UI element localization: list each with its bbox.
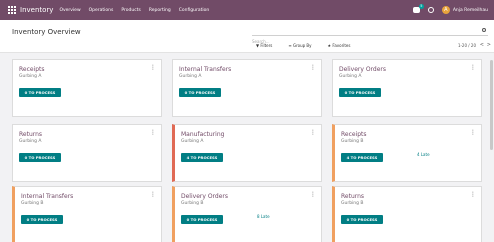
group-by-label: Group By bbox=[292, 43, 312, 48]
search-icon[interactable] bbox=[482, 28, 486, 32]
main-menu: Overview Operations Products Reporting C… bbox=[59, 8, 217, 13]
card-warehouse: Gurbing B bbox=[21, 201, 44, 206]
user-name[interactable]: Anja Remeilhau bbox=[453, 8, 488, 13]
to-process-button[interactable]: 0 TO PROCESS bbox=[339, 88, 381, 97]
pager-previous-icon[interactable]: < bbox=[480, 42, 484, 48]
card-title[interactable]: Delivery Orders bbox=[181, 193, 228, 200]
card-title[interactable]: Receipts bbox=[341, 131, 367, 138]
kanban-card[interactable]: Returns Gurbing B ⋮ 0 TO PROCESS bbox=[332, 186, 482, 242]
systray: 5 A Anja Remeilhau bbox=[412, 0, 488, 20]
card-title[interactable]: Manufacturing bbox=[181, 131, 224, 138]
apps-grid-icon[interactable] bbox=[8, 6, 16, 14]
kebab-menu-icon[interactable]: ⋮ bbox=[470, 130, 476, 136]
card-warehouse: Gurbing A bbox=[179, 74, 202, 79]
card-title[interactable]: Receipts bbox=[19, 66, 45, 73]
card-warehouse: Gurbing B bbox=[181, 201, 204, 206]
kanban-card[interactable]: Internal Transfers Gurbing A ⋮ 0 TO PROC… bbox=[172, 59, 322, 117]
menu-item-reporting[interactable]: Reporting bbox=[149, 8, 171, 13]
favorites-button[interactable]: ★ Favorites bbox=[328, 43, 359, 48]
to-process-button[interactable]: 0 TO PROCESS bbox=[179, 88, 221, 97]
avatar[interactable]: A bbox=[441, 6, 450, 14]
menu-item-overview[interactable]: Overview bbox=[59, 8, 80, 13]
card-warehouse: Gurbing A bbox=[19, 74, 42, 79]
menu-item-products[interactable]: Products bbox=[121, 8, 140, 13]
kebab-menu-icon[interactable]: ⋮ bbox=[310, 192, 316, 198]
breadcrumb: Inventory Overview bbox=[12, 28, 81, 36]
kanban-card[interactable]: Delivery Orders Gurbing A ⋮ 0 TO PROCESS bbox=[332, 59, 482, 117]
card-title[interactable]: Internal Transfers bbox=[21, 193, 73, 200]
filters-label: Filters bbox=[260, 43, 273, 48]
pager-value[interactable]: 1-20 / 20 bbox=[458, 43, 476, 48]
late-link[interactable]: 4 Late bbox=[417, 152, 430, 157]
card-warehouse: Gurbing A bbox=[19, 139, 42, 144]
card-title[interactable]: Internal Transfers bbox=[179, 66, 231, 73]
card-warehouse: Gurbing B bbox=[341, 139, 364, 144]
kebab-menu-icon[interactable]: ⋮ bbox=[470, 192, 476, 198]
kebab-menu-icon[interactable]: ⋮ bbox=[150, 192, 156, 198]
kanban-card[interactable]: Receipts Gurbing A ⋮ 0 TO PROCESS bbox=[12, 59, 162, 117]
top-navbar: Inventory Overview Operations Products R… bbox=[0, 0, 494, 20]
kanban-card[interactable]: Delivery Orders Gurbing B ⋮ 0 TO PROCESS… bbox=[172, 186, 322, 242]
card-title[interactable]: Delivery Orders bbox=[339, 66, 386, 73]
kebab-menu-icon[interactable]: ⋮ bbox=[150, 130, 156, 136]
group-by-button[interactable]: ≡ Group By bbox=[288, 43, 319, 48]
late-link[interactable]: 8 Late bbox=[257, 214, 270, 219]
kanban-card[interactable]: Receipts Gurbing B ⋮ 4 TO PROCESS 4 Late bbox=[332, 124, 482, 182]
kanban-card[interactable]: Manufacturing Gurbing A ⋮ 4 TO PROCESS bbox=[172, 124, 322, 182]
kebab-menu-icon[interactable]: ⋮ bbox=[310, 130, 316, 136]
chat-icon[interactable]: 5 bbox=[412, 4, 424, 13]
card-warehouse: Gurbing A bbox=[339, 74, 362, 79]
chat-badge: 5 bbox=[418, 4, 424, 9]
kebab-menu-icon[interactable]: ⋮ bbox=[310, 65, 316, 71]
gear-icon[interactable] bbox=[427, 7, 434, 13]
card-warehouse: Gurbing B bbox=[341, 201, 364, 206]
card-title[interactable]: Returns bbox=[19, 131, 42, 138]
card-warehouse: Gurbing A bbox=[181, 139, 204, 144]
card-title[interactable]: Returns bbox=[341, 193, 364, 200]
search-options: ▼ Filters ≡ Group By ★ Favorites bbox=[256, 43, 366, 48]
kebab-menu-icon[interactable]: ⋮ bbox=[470, 65, 476, 71]
to-process-button[interactable]: 0 TO PROCESS bbox=[21, 215, 63, 224]
app-name[interactable]: Inventory bbox=[20, 6, 53, 14]
to-process-button[interactable]: 0 TO PROCESS bbox=[19, 153, 61, 162]
to-process-button[interactable]: 0 TO PROCESS bbox=[19, 88, 61, 97]
favorites-label: Favorites bbox=[332, 43, 351, 48]
kanban-card[interactable]: Internal Transfers Gurbing B ⋮ 0 TO PROC… bbox=[12, 186, 162, 242]
filters-button[interactable]: ▼ Filters bbox=[256, 43, 280, 48]
to-process-button[interactable]: 0 TO PROCESS bbox=[341, 215, 383, 224]
kanban-card[interactable]: Returns Gurbing A ⋮ 0 TO PROCESS bbox=[12, 124, 162, 182]
control-panel: Inventory Overview ▼ Filters ≡ Group By … bbox=[0, 20, 494, 53]
to-process-button[interactable]: 4 TO PROCESS bbox=[181, 153, 223, 162]
menu-item-operations[interactable]: Operations bbox=[89, 8, 114, 13]
to-process-button[interactable]: 4 TO PROCESS bbox=[341, 153, 383, 162]
to-process-button[interactable]: 0 TO PROCESS bbox=[181, 215, 223, 224]
search-bar bbox=[252, 28, 488, 46]
pager-next-icon[interactable]: > bbox=[487, 42, 491, 48]
menu-item-configuration[interactable]: Configuration bbox=[179, 8, 210, 13]
kebab-menu-icon[interactable]: ⋮ bbox=[150, 65, 156, 71]
scrollbar[interactable] bbox=[490, 60, 493, 150]
